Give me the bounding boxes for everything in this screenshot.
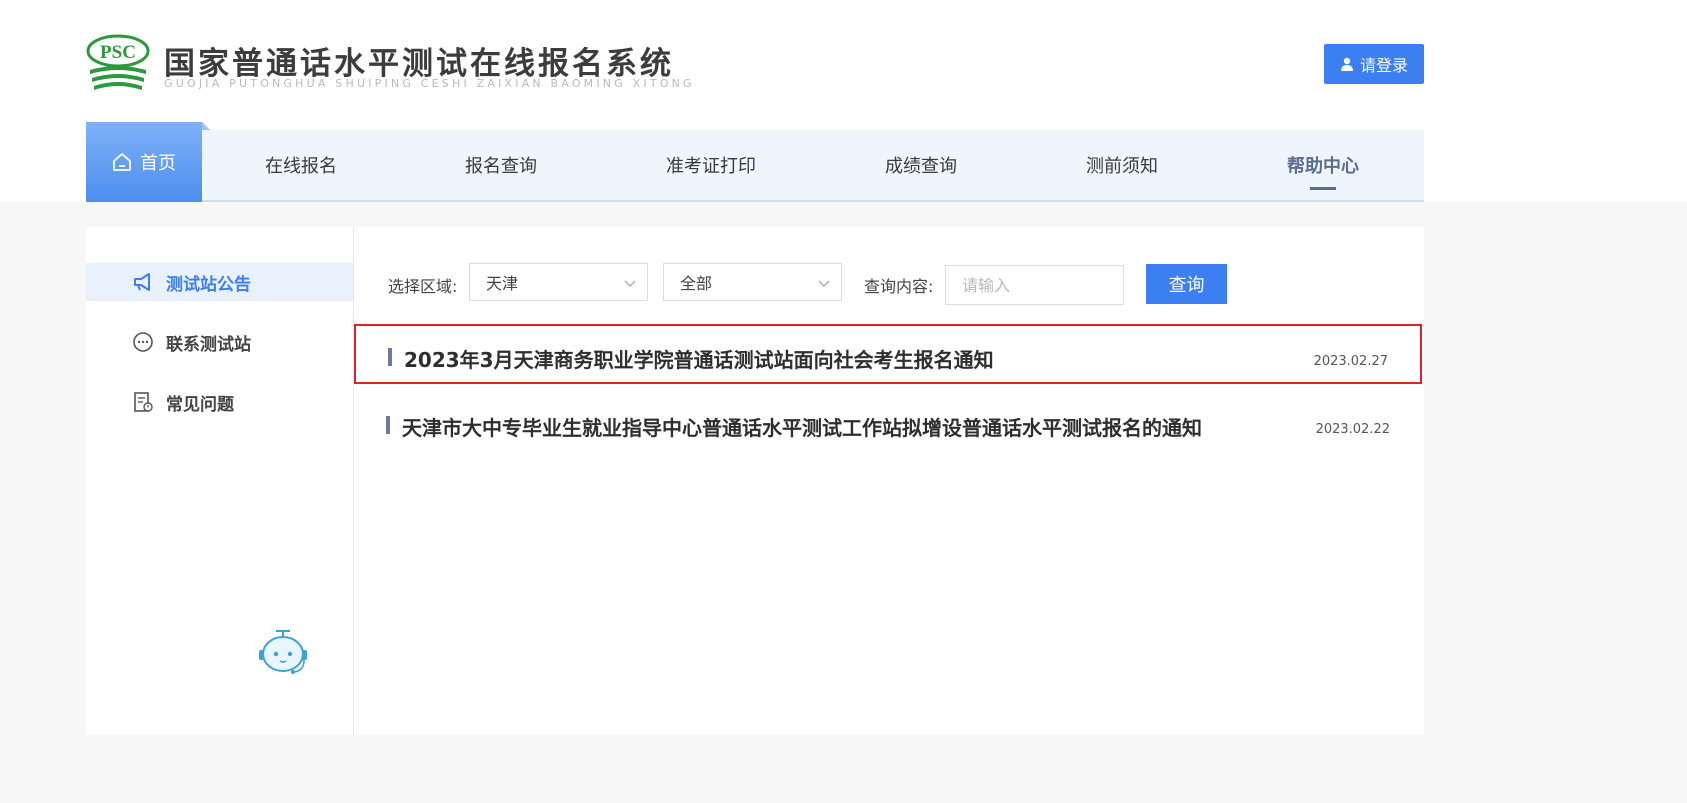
nav-home-label: 首页 (140, 153, 176, 174)
query-label: 查询内容: (864, 277, 934, 296)
notice-marker (388, 348, 392, 366)
chevron-down-icon (624, 280, 636, 287)
nav-registration-query[interactable]: 报名查询 (451, 130, 551, 200)
search-input[interactable] (945, 265, 1124, 305)
chat-bubble-icon (133, 332, 153, 352)
nav-score-query[interactable]: 成绩查询 (871, 130, 971, 200)
nav-home[interactable]: 首页 (86, 122, 210, 202)
psc-logo-icon: PSC (86, 34, 150, 90)
main-panel: 测试站公告 联系测试站 常见问题 选择区域: 天津 全部 查询内容: 请输入 查… (86, 227, 1424, 735)
announcement-content: 选择区域: 天津 全部 查询内容: 查询 2023年3月天津商务职业学院普通话测… (354, 227, 1424, 735)
site-logo[interactable]: PSC 国家普通话水平测试在线报名系统 GUOJIA PUTONGHUA SHU… (86, 34, 692, 98)
main-nav: 首页 在线报名 报名查询 准考证打印 成绩查询 测前须知 帮助中心 (86, 122, 1424, 202)
sidebar-item-station-announcements[interactable]: 测试站公告 (86, 263, 353, 301)
notice-date: 2023.02.22 (1315, 422, 1390, 437)
sidebar-item-label: 联系测试站 (166, 334, 251, 355)
category-select-value: 全部 (680, 274, 713, 293)
notice-date: 2023.02.27 (1313, 354, 1388, 369)
notice-title: 天津市大中专毕业生就业指导中心普通话水平测试工作站拟增设普通话水平测试报名的通知 (402, 416, 1202, 440)
sidebar-item-contact-station[interactable]: 联系测试站 (86, 323, 353, 361)
notice-item[interactable]: 2023年3月天津商务职业学院普通话测试站面向社会考生报名通知 2023.02.… (354, 324, 1422, 384)
region-select-value: 天津 (486, 274, 519, 293)
category-select[interactable]: 全部 (663, 263, 842, 301)
nav-help-center[interactable]: 帮助中心 (1273, 130, 1373, 200)
megaphone-icon (134, 273, 150, 291)
login-label: 请登录 (1359, 56, 1408, 75)
sidebar: 测试站公告 联系测试站 常见问题 (86, 227, 354, 735)
home-icon (113, 153, 131, 171)
notice-title: 2023年3月天津商务职业学院普通话测试站面向社会考生报名通知 (404, 348, 994, 372)
sidebar-item-faq[interactable]: 常见问题 (86, 383, 353, 421)
user-icon (1340, 57, 1353, 71)
chevron-down-icon (818, 280, 830, 287)
nav-online-registration[interactable]: 在线报名 (251, 130, 351, 200)
nav-admission-ticket-print[interactable]: 准考证打印 (651, 130, 771, 200)
query-button[interactable]: 查询 (1146, 264, 1227, 304)
login-button[interactable]: 请登录 (1324, 44, 1424, 84)
site-subtitle: GUOJIA PUTONGHUA SHUIPING CESHI ZAIXIAN … (164, 77, 695, 90)
notice-marker (386, 416, 390, 434)
nav-pre-test-notice[interactable]: 测前须知 (1072, 130, 1172, 200)
robot-assistant-icon[interactable] (254, 627, 312, 677)
sidebar-item-label: 测试站公告 (166, 274, 251, 295)
notice-item[interactable]: 天津市大中专毕业生就业指导中心普通话水平测试工作站拟增设普通话水平测试报名的通知… (354, 394, 1422, 454)
logo-text: PSC (100, 42, 136, 63)
faq-document-icon (134, 392, 153, 412)
region-select[interactable]: 天津 (469, 263, 648, 301)
region-label: 选择区域: (388, 277, 458, 296)
sidebar-item-label: 常见问题 (166, 394, 234, 415)
